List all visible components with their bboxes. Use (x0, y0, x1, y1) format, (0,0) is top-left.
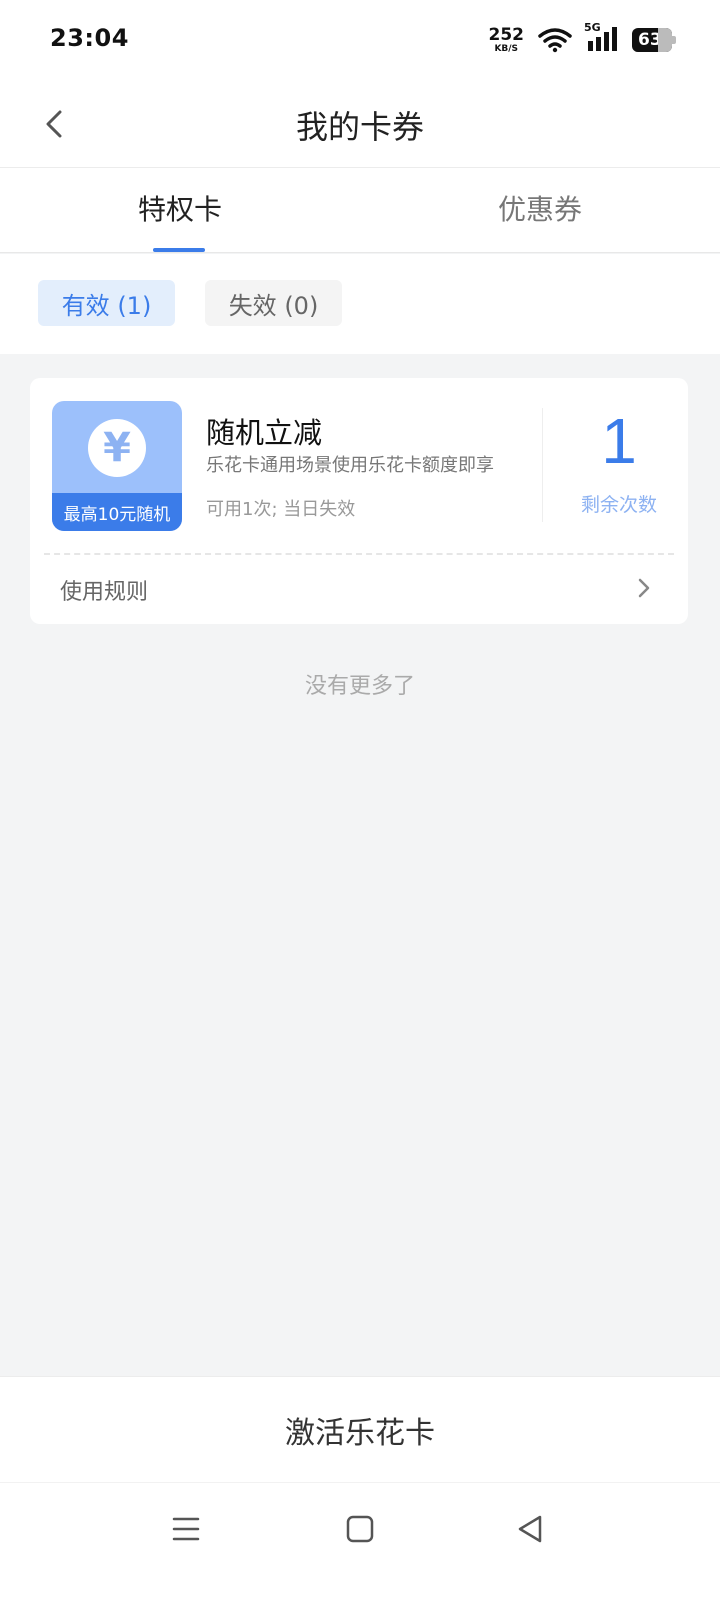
wifi-icon (538, 27, 572, 53)
battery-empty-part (658, 28, 672, 52)
yuan-coin-icon: ¥ (88, 419, 146, 477)
page-header: 我的卡券 (0, 82, 720, 168)
network-speed-unit: KB/S (494, 43, 519, 54)
network-speed: 252 KB/S (488, 24, 525, 54)
status-time: 23:04 (50, 24, 129, 52)
chevron-right-icon[interactable] (634, 576, 654, 600)
screen: 23:04 252 KB/S 5G 63 我的卡券 特权卡 优惠券 有效 (1)… (0, 0, 720, 1604)
filter-expired[interactable]: 失效 (0) (205, 280, 342, 326)
activate-card-button[interactable]: 激活乐花卡 (0, 1376, 720, 1482)
privilege-card[interactable]: ¥ 最高10元随机 随机立减 乐花卡通用场景使用乐花卡额度即享 可用1次; 当日… (30, 378, 688, 624)
page-title: 我的卡券 (295, 108, 424, 146)
active-tab-indicator (153, 248, 205, 252)
card-description: 乐花卡通用场景使用乐花卡额度即享 (206, 455, 494, 476)
status-icons: 252 KB/S 5G 63 (488, 21, 676, 56)
status-bar: 23:04 252 KB/S 5G 63 (0, 0, 720, 82)
tab-coupon[interactable]: 优惠券 (440, 188, 640, 228)
activate-card-label: 激活乐花卡 (285, 1415, 435, 1451)
card-divider (542, 408, 543, 522)
remaining-count: 1 (601, 405, 637, 477)
menu-icon[interactable] (168, 1509, 208, 1549)
card-dashed-separator (44, 553, 674, 555)
battery-cap (672, 36, 676, 44)
usage-rules-link[interactable]: 使用规则 (60, 574, 148, 606)
status-filter-bar: 有效 (1) 失效 (0) (0, 254, 720, 354)
battery-icon: 63 (632, 28, 676, 52)
home-square-icon[interactable] (342, 1509, 382, 1549)
network-type: 5G (584, 21, 601, 34)
signal-5g-icon: 5G (584, 21, 618, 53)
tab-bar: 特权卡 优惠券 (0, 168, 720, 253)
card-thumbnail-label: 最高10元随机 (52, 493, 182, 531)
card-title: 随机立减 (206, 416, 323, 450)
back-triangle-icon[interactable] (512, 1509, 552, 1549)
network-speed-value: 252 (488, 24, 525, 45)
no-more-text: 没有更多了 (304, 674, 415, 699)
card-thumbnail: ¥ 最高10元随机 (52, 401, 182, 531)
tab-privilege-card[interactable]: 特权卡 (80, 188, 280, 228)
card-validity: 可用1次; 当日失效 (206, 499, 356, 520)
system-nav-bar (0, 1482, 720, 1604)
filter-valid[interactable]: 有效 (1) (38, 280, 175, 326)
remaining-count-label: 剩余次数 (580, 494, 657, 516)
